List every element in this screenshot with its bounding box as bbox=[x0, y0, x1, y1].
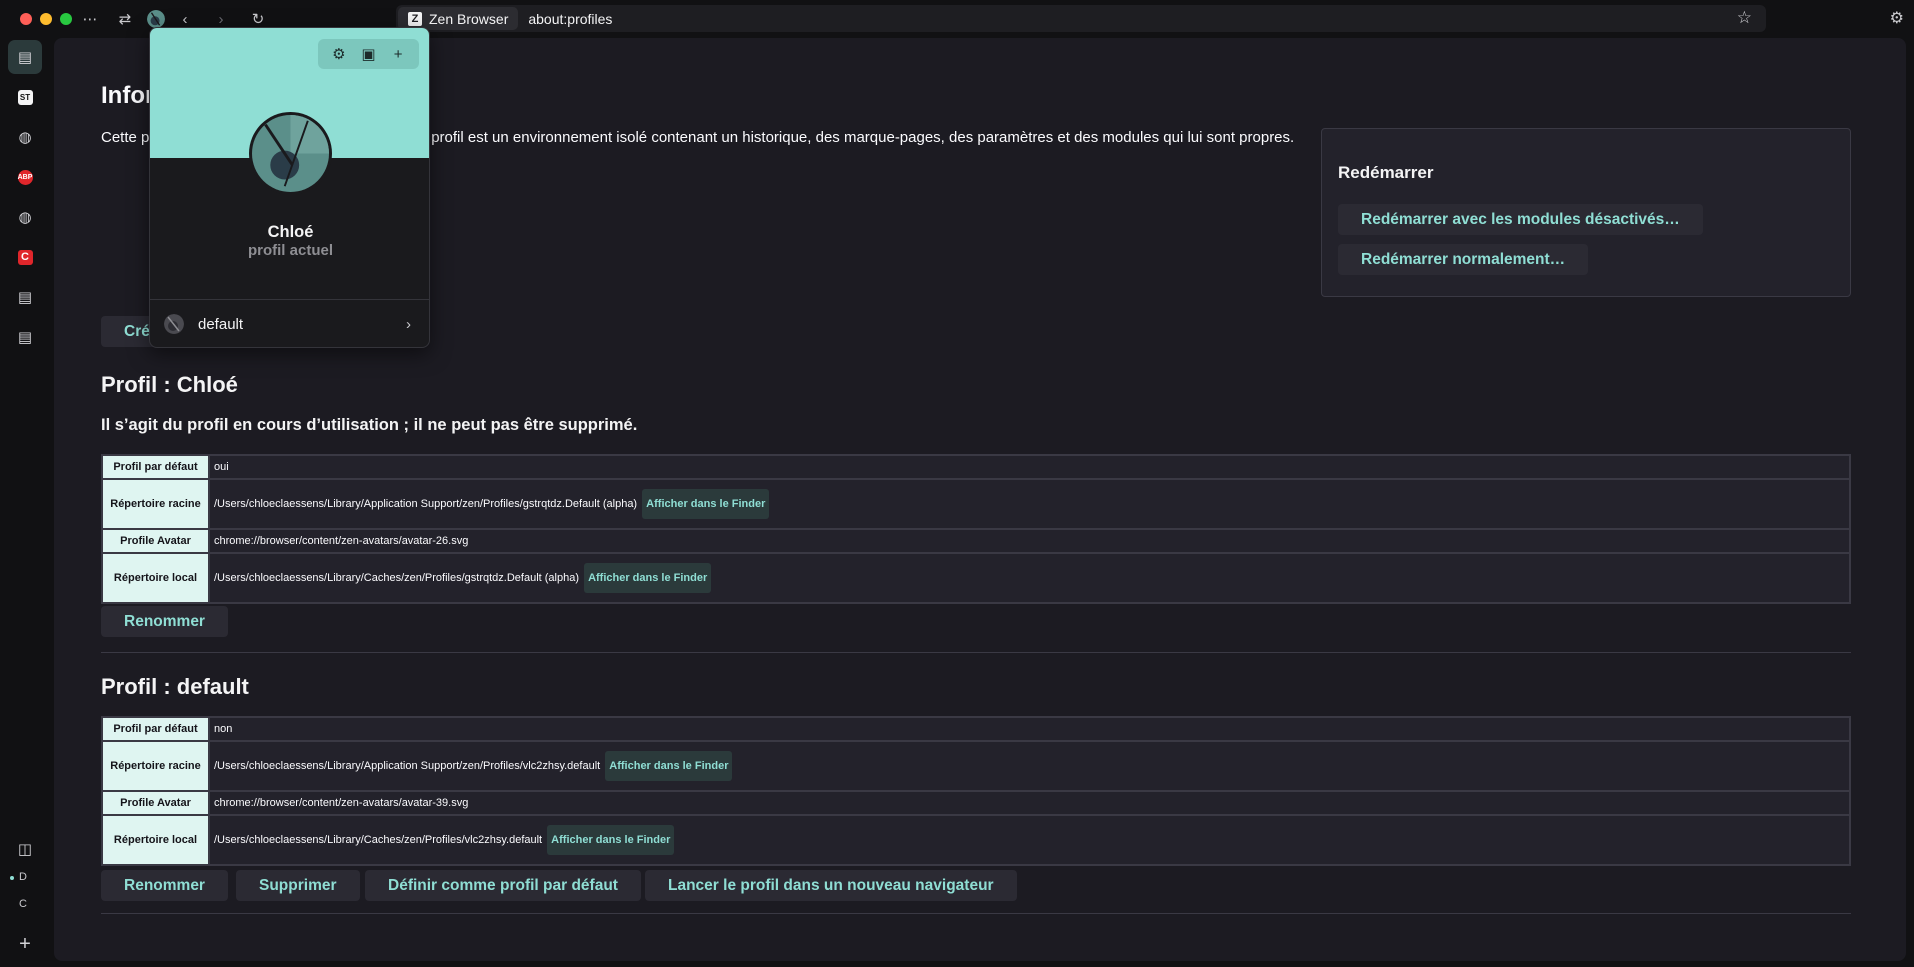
workspace-c[interactable]: C bbox=[19, 898, 27, 910]
delete-button[interactable]: Supprimer bbox=[236, 870, 360, 901]
profile-popup: ⚙ ▣ + Chloé profil actuel default › bbox=[149, 27, 430, 348]
workspace-d[interactable]: D bbox=[19, 871, 27, 883]
table-row: Répertoire local /Users/chloeclaessens/L… bbox=[101, 814, 1851, 866]
add-profile-plus-icon[interactable]: + bbox=[387, 46, 409, 63]
sidebar-tab-6[interactable]: ▤ bbox=[8, 280, 42, 314]
sidebar-tab-adblock[interactable]: ABP bbox=[8, 160, 42, 194]
sidebar-tab-1[interactable]: ST bbox=[8, 80, 42, 114]
restart-normally-button[interactable]: Redémarrer normalement… bbox=[1338, 244, 1589, 275]
toggle-sidebar-button[interactable]: ◫ bbox=[8, 832, 42, 866]
row-value-cell: /Users/chloeclaessens/Library/Applicatio… bbox=[208, 478, 1851, 530]
table-row: Répertoire racine /Users/chloeclaessens/… bbox=[101, 478, 1851, 530]
default-profile-avatar-icon bbox=[164, 314, 184, 334]
row-label: Répertoire local bbox=[101, 552, 210, 604]
close-window-button[interactable] bbox=[20, 13, 32, 25]
root-directory-path: /Users/chloeclaessens/Library/Applicatio… bbox=[214, 760, 601, 772]
profile-heading: Profil : default bbox=[101, 674, 249, 699]
sidebar: ▤ ST ◍ ABP ◍ C ▤ ▤ ◫ D C + bbox=[0, 38, 50, 967]
row-label: Profil par défaut bbox=[101, 454, 210, 480]
zen-logo-icon: Z bbox=[408, 11, 422, 26]
profile-in-use-note: Il s’agit du profil en cours d’utilisati… bbox=[101, 416, 638, 434]
rename-button[interactable]: Renommer bbox=[101, 606, 228, 637]
sidebar-panel-icon: ◫ bbox=[17, 841, 33, 858]
restart-panel: Redémarrer Redémarrer avec les modules d… bbox=[1321, 128, 1851, 297]
page-icon: ▤ bbox=[17, 49, 33, 66]
url-text[interactable]: about:profiles bbox=[528, 11, 612, 27]
divider bbox=[101, 652, 1851, 653]
profile-avatar-button[interactable] bbox=[147, 10, 165, 28]
local-directory-path: /Users/chloeclaessens/Library/Caches/zen… bbox=[214, 572, 579, 584]
profile-table: Profil par défaut non Répertoire racine … bbox=[101, 716, 1851, 866]
row-value: chrome://browser/content/zen-avatars/ava… bbox=[208, 790, 1851, 816]
row-value-cell: /Users/chloeclaessens/Library/Applicatio… bbox=[208, 740, 1851, 792]
profile-heading: Profil : Chloé bbox=[101, 372, 238, 397]
site-favicon-icon: ST bbox=[17, 89, 33, 105]
sidebar-tab-7[interactable]: ▤ bbox=[8, 320, 42, 354]
show-in-finder-button[interactable]: Afficher dans le Finder bbox=[605, 751, 733, 781]
zoom-window-button[interactable] bbox=[60, 13, 72, 25]
extensions-icon[interactable]: ⚙ bbox=[1890, 8, 1904, 28]
row-label: Répertoire racine bbox=[101, 478, 210, 530]
row-label: Répertoire racine bbox=[101, 740, 210, 792]
table-row: Profil par défaut non bbox=[101, 716, 1851, 742]
current-profile-avatar bbox=[249, 112, 332, 195]
row-label: Profil par défaut bbox=[101, 716, 210, 742]
globe-icon: ◍ bbox=[18, 209, 32, 226]
identity-label: Zen Browser bbox=[429, 10, 509, 27]
table-row: Profile Avatar chrome://browser/content/… bbox=[101, 528, 1851, 554]
table-row: Répertoire racine /Users/chloeclaessens/… bbox=[101, 740, 1851, 792]
c-favicon-icon: C bbox=[17, 249, 33, 265]
row-value-cell: /Users/chloeclaessens/Library/Caches/zen… bbox=[208, 552, 1851, 604]
switch-profile-item[interactable]: default › bbox=[150, 300, 429, 347]
table-row: Profil par défaut oui bbox=[101, 454, 1851, 480]
launch-profile-button[interactable]: Lancer le profil dans un nouveau navigat… bbox=[645, 870, 1017, 901]
row-value-cell: /Users/chloeclaessens/Library/Caches/zen… bbox=[208, 814, 1851, 866]
window-controls bbox=[20, 13, 72, 25]
settings-gear-icon[interactable]: ⚙ bbox=[328, 45, 350, 63]
popup-toolbar: ⚙ ▣ + bbox=[318, 39, 419, 69]
bookmark-star-icon[interactable]: ☆ bbox=[1737, 8, 1752, 28]
globe-icon: ◍ bbox=[18, 129, 32, 146]
manage-profiles-icon[interactable]: ▣ bbox=[357, 45, 379, 63]
new-tab-button[interactable]: + bbox=[8, 927, 42, 961]
chevron-right-icon: › bbox=[406, 315, 411, 333]
sidebar-tab-4[interactable]: ◍ bbox=[8, 200, 42, 234]
sidebar-tab-5[interactable]: C bbox=[8, 240, 42, 274]
sidebar-tab-2[interactable]: ◍ bbox=[8, 120, 42, 154]
avatar-image bbox=[252, 115, 329, 192]
local-directory-path: /Users/chloeclaessens/Library/Caches/zen… bbox=[214, 834, 543, 846]
active-workspace-dot bbox=[10, 876, 14, 880]
row-value: oui bbox=[208, 454, 1851, 480]
root-directory-path: /Users/chloeclaessens/Library/Applicatio… bbox=[214, 498, 638, 510]
show-in-finder-button[interactable]: Afficher dans le Finder bbox=[642, 489, 770, 519]
url-bar[interactable]: Z Zen Browser about:profiles ☆ bbox=[396, 5, 1766, 32]
row-label: Profile Avatar bbox=[101, 528, 210, 554]
rename-button[interactable]: Renommer bbox=[101, 870, 228, 901]
row-label: Répertoire local bbox=[101, 814, 210, 866]
sidebar-tab-profiles[interactable]: ▤ bbox=[8, 40, 42, 74]
divider bbox=[101, 913, 1851, 914]
other-profile-label: default bbox=[198, 315, 244, 333]
swap-icon[interactable]: ⇄ bbox=[114, 8, 136, 30]
more-icon[interactable]: ⋯ bbox=[79, 8, 101, 30]
row-value: non bbox=[208, 716, 1851, 742]
row-label: Profile Avatar bbox=[101, 790, 210, 816]
table-row: Répertoire local /Users/chloeclaessens/L… bbox=[101, 552, 1851, 604]
page-icon: ▤ bbox=[17, 289, 33, 306]
avatar-icon bbox=[147, 10, 165, 28]
set-default-profile-button[interactable]: Définir comme profil par défaut bbox=[365, 870, 641, 901]
profile-name: Chloé bbox=[267, 223, 314, 241]
show-in-finder-button[interactable]: Afficher dans le Finder bbox=[547, 825, 675, 855]
minimize-window-button[interactable] bbox=[40, 13, 52, 25]
plus-icon: + bbox=[19, 932, 31, 955]
profile-table: Profil par défaut oui Répertoire racine … bbox=[101, 454, 1851, 604]
row-value: chrome://browser/content/zen-avatars/ava… bbox=[208, 528, 1851, 554]
restart-title: Redémarrer bbox=[1338, 163, 1434, 182]
profile-subtitle: profil actuel bbox=[247, 242, 333, 259]
table-row: Profile Avatar chrome://browser/content/… bbox=[101, 790, 1851, 816]
page-icon: ▤ bbox=[17, 329, 33, 346]
adblock-icon: ABP bbox=[17, 169, 33, 185]
restart-addons-disabled-button[interactable]: Redémarrer avec les modules désactivés… bbox=[1338, 204, 1703, 235]
show-in-finder-button[interactable]: Afficher dans le Finder bbox=[584, 563, 712, 593]
